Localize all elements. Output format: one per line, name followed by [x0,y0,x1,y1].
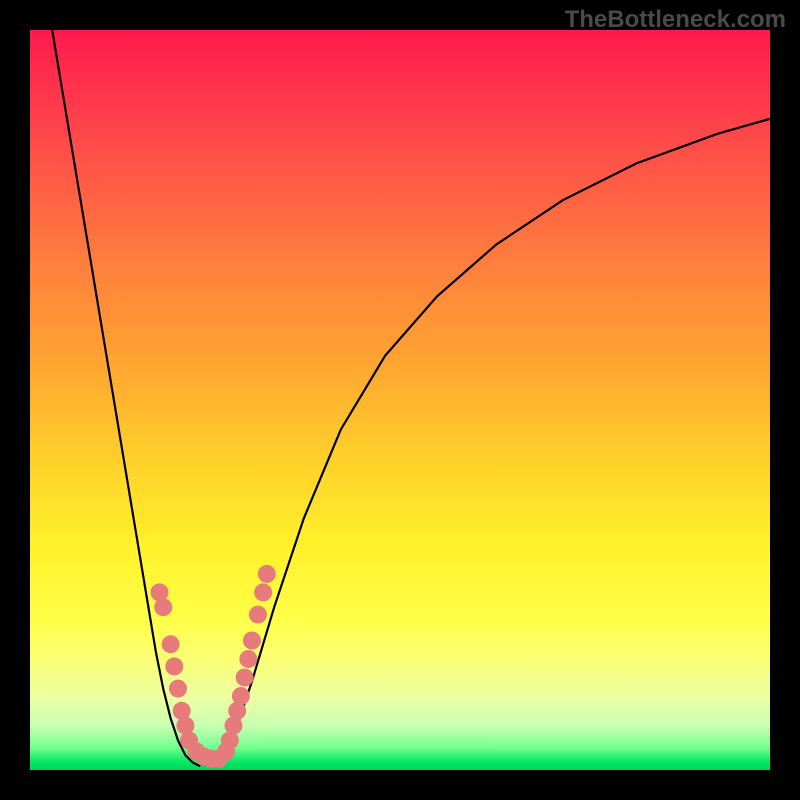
chart-svg [30,30,770,770]
marker-dot [154,598,172,616]
marker-dot [236,669,254,687]
chart-frame: TheBottleneck.com [0,0,800,800]
marker-dot [162,635,180,653]
marker-dot [254,583,272,601]
curve-left [52,30,200,766]
marker-dot [165,657,183,675]
watermark-text: TheBottleneck.com [565,6,786,34]
marker-dot [249,606,267,624]
marker-dot [232,687,250,705]
markers-left [151,583,228,768]
marker-dot [239,650,257,668]
marker-dot [243,632,261,650]
plot-area [30,30,770,770]
marker-dot [169,680,187,698]
curve-right [215,119,770,767]
markers-right [217,565,276,761]
marker-dot [258,565,276,583]
